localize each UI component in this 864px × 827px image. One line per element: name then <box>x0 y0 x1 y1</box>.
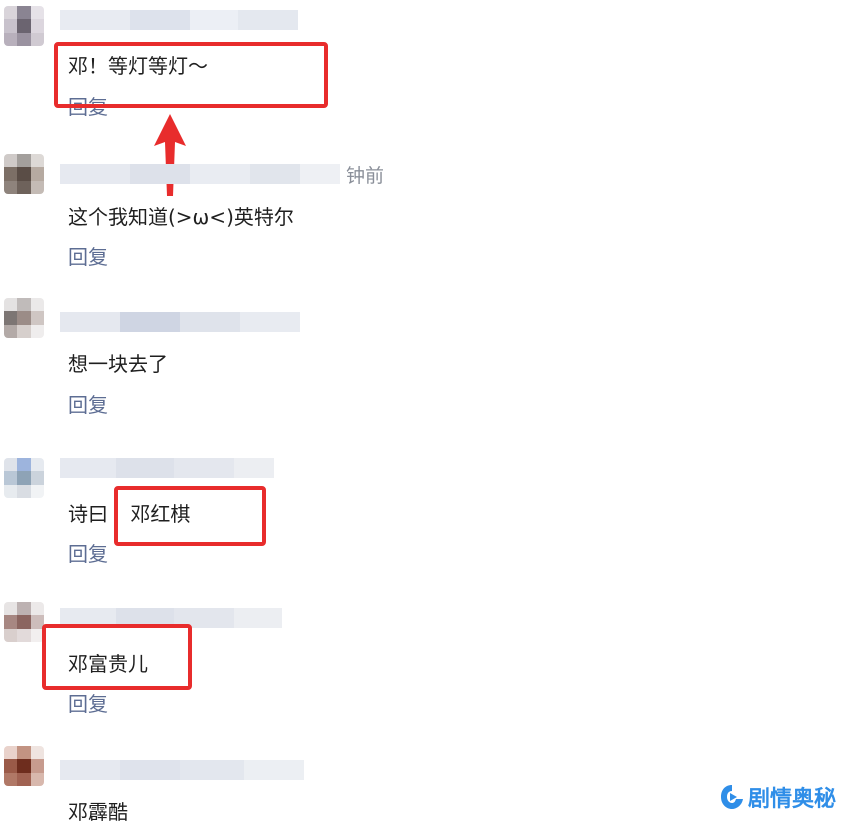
username-blurred[interactable] <box>60 458 274 478</box>
watermark-text: 剧情奥秘 <box>747 787 836 812</box>
timestamp: 钟前 <box>346 164 385 185</box>
avatar[interactable] <box>4 6 44 46</box>
watermark: 剧情奥秘 <box>720 781 836 813</box>
comment-text: 邓霹酷 <box>68 800 128 824</box>
username-blurred[interactable] <box>60 760 304 780</box>
username-blurred[interactable] <box>60 312 300 332</box>
comment-text: 邓富贵儿 <box>68 652 148 676</box>
comment-text: 这个我知道(>ω<)英特尔 <box>68 205 294 229</box>
comment-text: 想一块去了 <box>68 352 168 376</box>
reply-button[interactable]: 回复 <box>68 91 108 120</box>
avatar[interactable] <box>4 298 44 338</box>
comment-text-prefix: 诗曰 <box>68 502 108 526</box>
avatar[interactable] <box>4 746 44 786</box>
avatar[interactable] <box>4 458 44 498</box>
avatar[interactable] <box>4 602 44 642</box>
reply-button[interactable]: 回复 <box>68 241 108 270</box>
reply-button[interactable]: 回复 <box>68 688 108 717</box>
comment-text-highlight: 邓红棋 <box>130 502 191 526</box>
username-blurred[interactable] <box>60 10 298 30</box>
username-blurred[interactable]: 钟前 <box>60 164 384 184</box>
comment-thread: 邓！等灯等灯～ 回复 钟前 这个我知道(>ω<)英特尔 回复 想一块去了 回复 … <box>0 0 864 827</box>
username-blurred[interactable] <box>60 608 282 628</box>
comment-text: 诗曰 邓红棋 <box>68 498 190 527</box>
play-logo-icon <box>720 785 743 809</box>
avatar[interactable] <box>4 154 44 194</box>
reply-button[interactable]: 回复 <box>68 538 108 567</box>
comment-text: 邓！等灯等灯～ <box>68 54 208 78</box>
reply-button[interactable]: 回复 <box>68 389 108 418</box>
